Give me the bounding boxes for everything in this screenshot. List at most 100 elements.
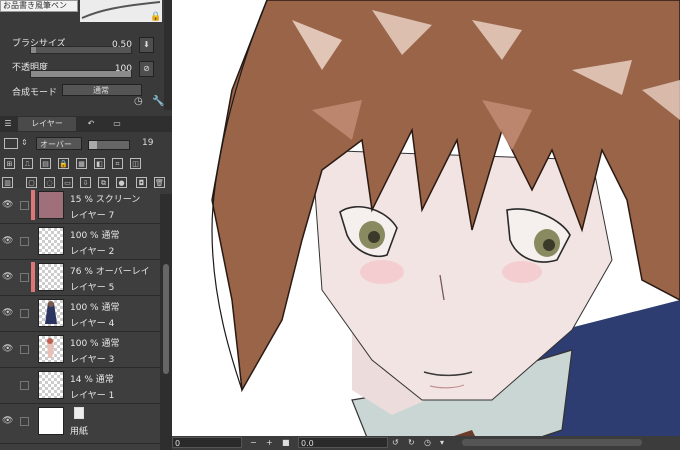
create-mask-icon[interactable]: ●: [116, 177, 127, 188]
eye-icon[interactable]: 👁: [2, 416, 14, 426]
paper-icon: [74, 407, 84, 419]
layer-name: レイヤー 4: [70, 319, 115, 329]
display-mask-icon[interactable]: ◫: [130, 158, 141, 169]
blend-mode-label: 合成モード: [12, 88, 58, 98]
layer-name: 用紙: [70, 427, 89, 437]
layer-blend-select[interactable]: オーバー: [36, 137, 82, 150]
layer-row[interactable]: 👁 14 % 通常 レイヤー 1: [0, 368, 160, 404]
layer-checkbox[interactable]: [20, 381, 29, 390]
chevron-updown-icon[interactable]: ⇕: [21, 138, 28, 147]
layer-color-icon[interactable]: [4, 138, 18, 149]
opacity-row: 不透明度 100 ⊘: [0, 56, 172, 80]
canvas-status-bar: 0 − + ■ 0.0 ↺ ↻ ◷ ▾: [172, 436, 680, 450]
flip-icon[interactable]: ▾: [440, 437, 444, 449]
layer-checkbox[interactable]: [20, 273, 29, 282]
merge-down-icon[interactable]: ⧉: [98, 177, 109, 188]
layer-thumbnail: [38, 371, 64, 399]
wrench-icon[interactable]: 🔧: [152, 96, 164, 107]
layer-mode-row: ⇕ オーバー 19: [0, 134, 172, 154]
blend-mode-select[interactable]: 通常: [62, 84, 142, 96]
tab-layer[interactable]: レイヤー: [18, 117, 76, 131]
layer-opacity-value[interactable]: 19: [142, 138, 153, 148]
layer-checkbox[interactable]: [20, 345, 29, 354]
eye-icon[interactable]: 👁: [2, 308, 14, 318]
eye-icon[interactable]: 👁: [2, 236, 14, 246]
brush-settings-icon[interactable]: ◷: [134, 96, 143, 107]
color-tag: [31, 262, 35, 292]
layer-blend-info: 14 % 通常: [70, 375, 114, 385]
lock-transparent-icon[interactable]: ▦: [76, 158, 87, 169]
canvas-horizontal-scrollbar[interactable]: [462, 439, 642, 446]
lock-icon[interactable]: 🔒: [150, 12, 161, 22]
layer-and-property-panel: お品書き風筆ペン 🔒 ブラシサイズ 0.50 ⬇ 不透明度 100 ⊘ 合成モー…: [0, 0, 172, 450]
layer-row[interactable]: 👁 100 % 通常 レイヤー 2: [0, 224, 160, 260]
eye-icon[interactable]: 👁: [2, 344, 14, 354]
new-vector-layer-icon[interactable]: ◌: [44, 177, 55, 188]
position-field[interactable]: 0: [172, 437, 242, 448]
zoom-in-icon[interactable]: +: [266, 437, 273, 449]
layer-opacity-slider[interactable]: [88, 140, 130, 150]
tab-layer-label: レイヤー: [31, 119, 63, 128]
layer-list: 👁 15 % スクリーン レイヤー 7 👁 100 % 通常 レイヤー 2 👁 …: [0, 188, 160, 450]
brush-size-value[interactable]: 0.50: [112, 40, 132, 50]
opacity-toggle-icon[interactable]: ⊘: [139, 61, 154, 77]
layer-row[interactable]: 👁 100 % 通常 レイヤー 3: [0, 332, 160, 368]
blend-mode-row: 合成モード 通常: [0, 82, 172, 106]
layer-name: レイヤー 7: [70, 211, 115, 221]
layer-checkbox[interactable]: [20, 201, 29, 210]
eye-icon[interactable]: 👁: [2, 272, 14, 282]
layer-name: レイヤー 1: [70, 391, 115, 401]
layer-lock-toolbar: ⊞ ⎍ ▤ 🔒 ▦ ◧ ⌗ ◫: [0, 156, 172, 174]
panel-layout-icon[interactable]: ▥: [2, 177, 13, 188]
tab-history-icon[interactable]: ↶: [80, 117, 102, 131]
layer-checkbox[interactable]: [20, 309, 29, 318]
layer-panel-tabs: ☰ レイヤー ↶ ▭: [0, 116, 172, 132]
layer-blend-info: 100 % 通常: [70, 303, 120, 313]
layer-row[interactable]: 👁 100 % 通常 レイヤー 4: [0, 296, 160, 332]
new-folder-icon[interactable]: ▭: [62, 177, 73, 188]
layer-thumbnail: [38, 263, 64, 291]
brush-name-tab[interactable]: お品書き風筆ペン: [0, 0, 78, 12]
color-tag: [31, 190, 35, 220]
clip-icon[interactable]: ⊞: [4, 158, 15, 169]
zoom-field[interactable]: 0.0: [298, 437, 388, 448]
eye-icon[interactable]: 👁: [2, 200, 14, 210]
brush-size-row: ブラシサイズ 0.50 ⬇: [0, 32, 172, 56]
layer-name: レイヤー 2: [70, 247, 115, 257]
layer-checkbox[interactable]: [20, 237, 29, 246]
layer-scrollbar[interactable]: [160, 194, 172, 450]
zoom-out-icon[interactable]: −: [250, 437, 257, 449]
new-raster-layer-icon[interactable]: ▢: [26, 177, 37, 188]
brush-size-dropdown-icon[interactable]: ⬇: [139, 37, 154, 53]
reset-rotation-icon[interactable]: ◷: [424, 437, 431, 449]
layer-blend-info: 100 % 通常: [70, 231, 120, 241]
layer-checkbox[interactable]: [20, 417, 29, 426]
tab-navigator-icon[interactable]: ▭: [106, 117, 128, 131]
layer-thumbnail: [38, 191, 64, 219]
mask-icon[interactable]: ◧: [94, 158, 105, 169]
trash-icon[interactable]: 🗑: [154, 177, 165, 188]
layer-blend-info: 76 % オーバーレイ: [70, 267, 150, 277]
layer-name: レイヤー 3: [70, 355, 115, 365]
rotate-right-icon[interactable]: ↻: [408, 437, 415, 449]
layer-row[interactable]: 👁 76 % オーバーレイ レイヤー 5: [0, 260, 160, 296]
draft-icon[interactable]: ▤: [40, 158, 51, 169]
opacity-value[interactable]: 100: [115, 64, 132, 74]
layer-thumbnail: [38, 407, 64, 435]
fit-icon[interactable]: ■: [282, 437, 290, 449]
layer-blend-info: 15 % スクリーン: [70, 195, 141, 205]
layer-thumbnail: [38, 299, 64, 327]
ruler-icon[interactable]: ⌗: [112, 158, 123, 169]
reference-icon[interactable]: ⎍: [22, 158, 33, 169]
apply-mask-icon[interactable]: ◘: [136, 177, 147, 188]
menu-icon[interactable]: ☰: [2, 117, 14, 131]
artwork-illustration: [211, 0, 680, 450]
canvas[interactable]: 0 − + ■ 0.0 ↺ ↻ ◷ ▾: [172, 0, 680, 450]
layer-row[interactable]: 👁 15 % スクリーン レイヤー 7: [0, 188, 160, 224]
rotate-left-icon[interactable]: ↺: [392, 437, 399, 449]
transfer-down-icon[interactable]: ⇩: [80, 177, 91, 188]
lock-layer-icon[interactable]: 🔒: [58, 158, 69, 169]
layer-row-paper[interactable]: 👁 用紙: [0, 404, 160, 444]
layer-blend-info: 100 % 通常: [70, 339, 120, 349]
eye-icon[interactable]: 👁: [2, 380, 14, 390]
